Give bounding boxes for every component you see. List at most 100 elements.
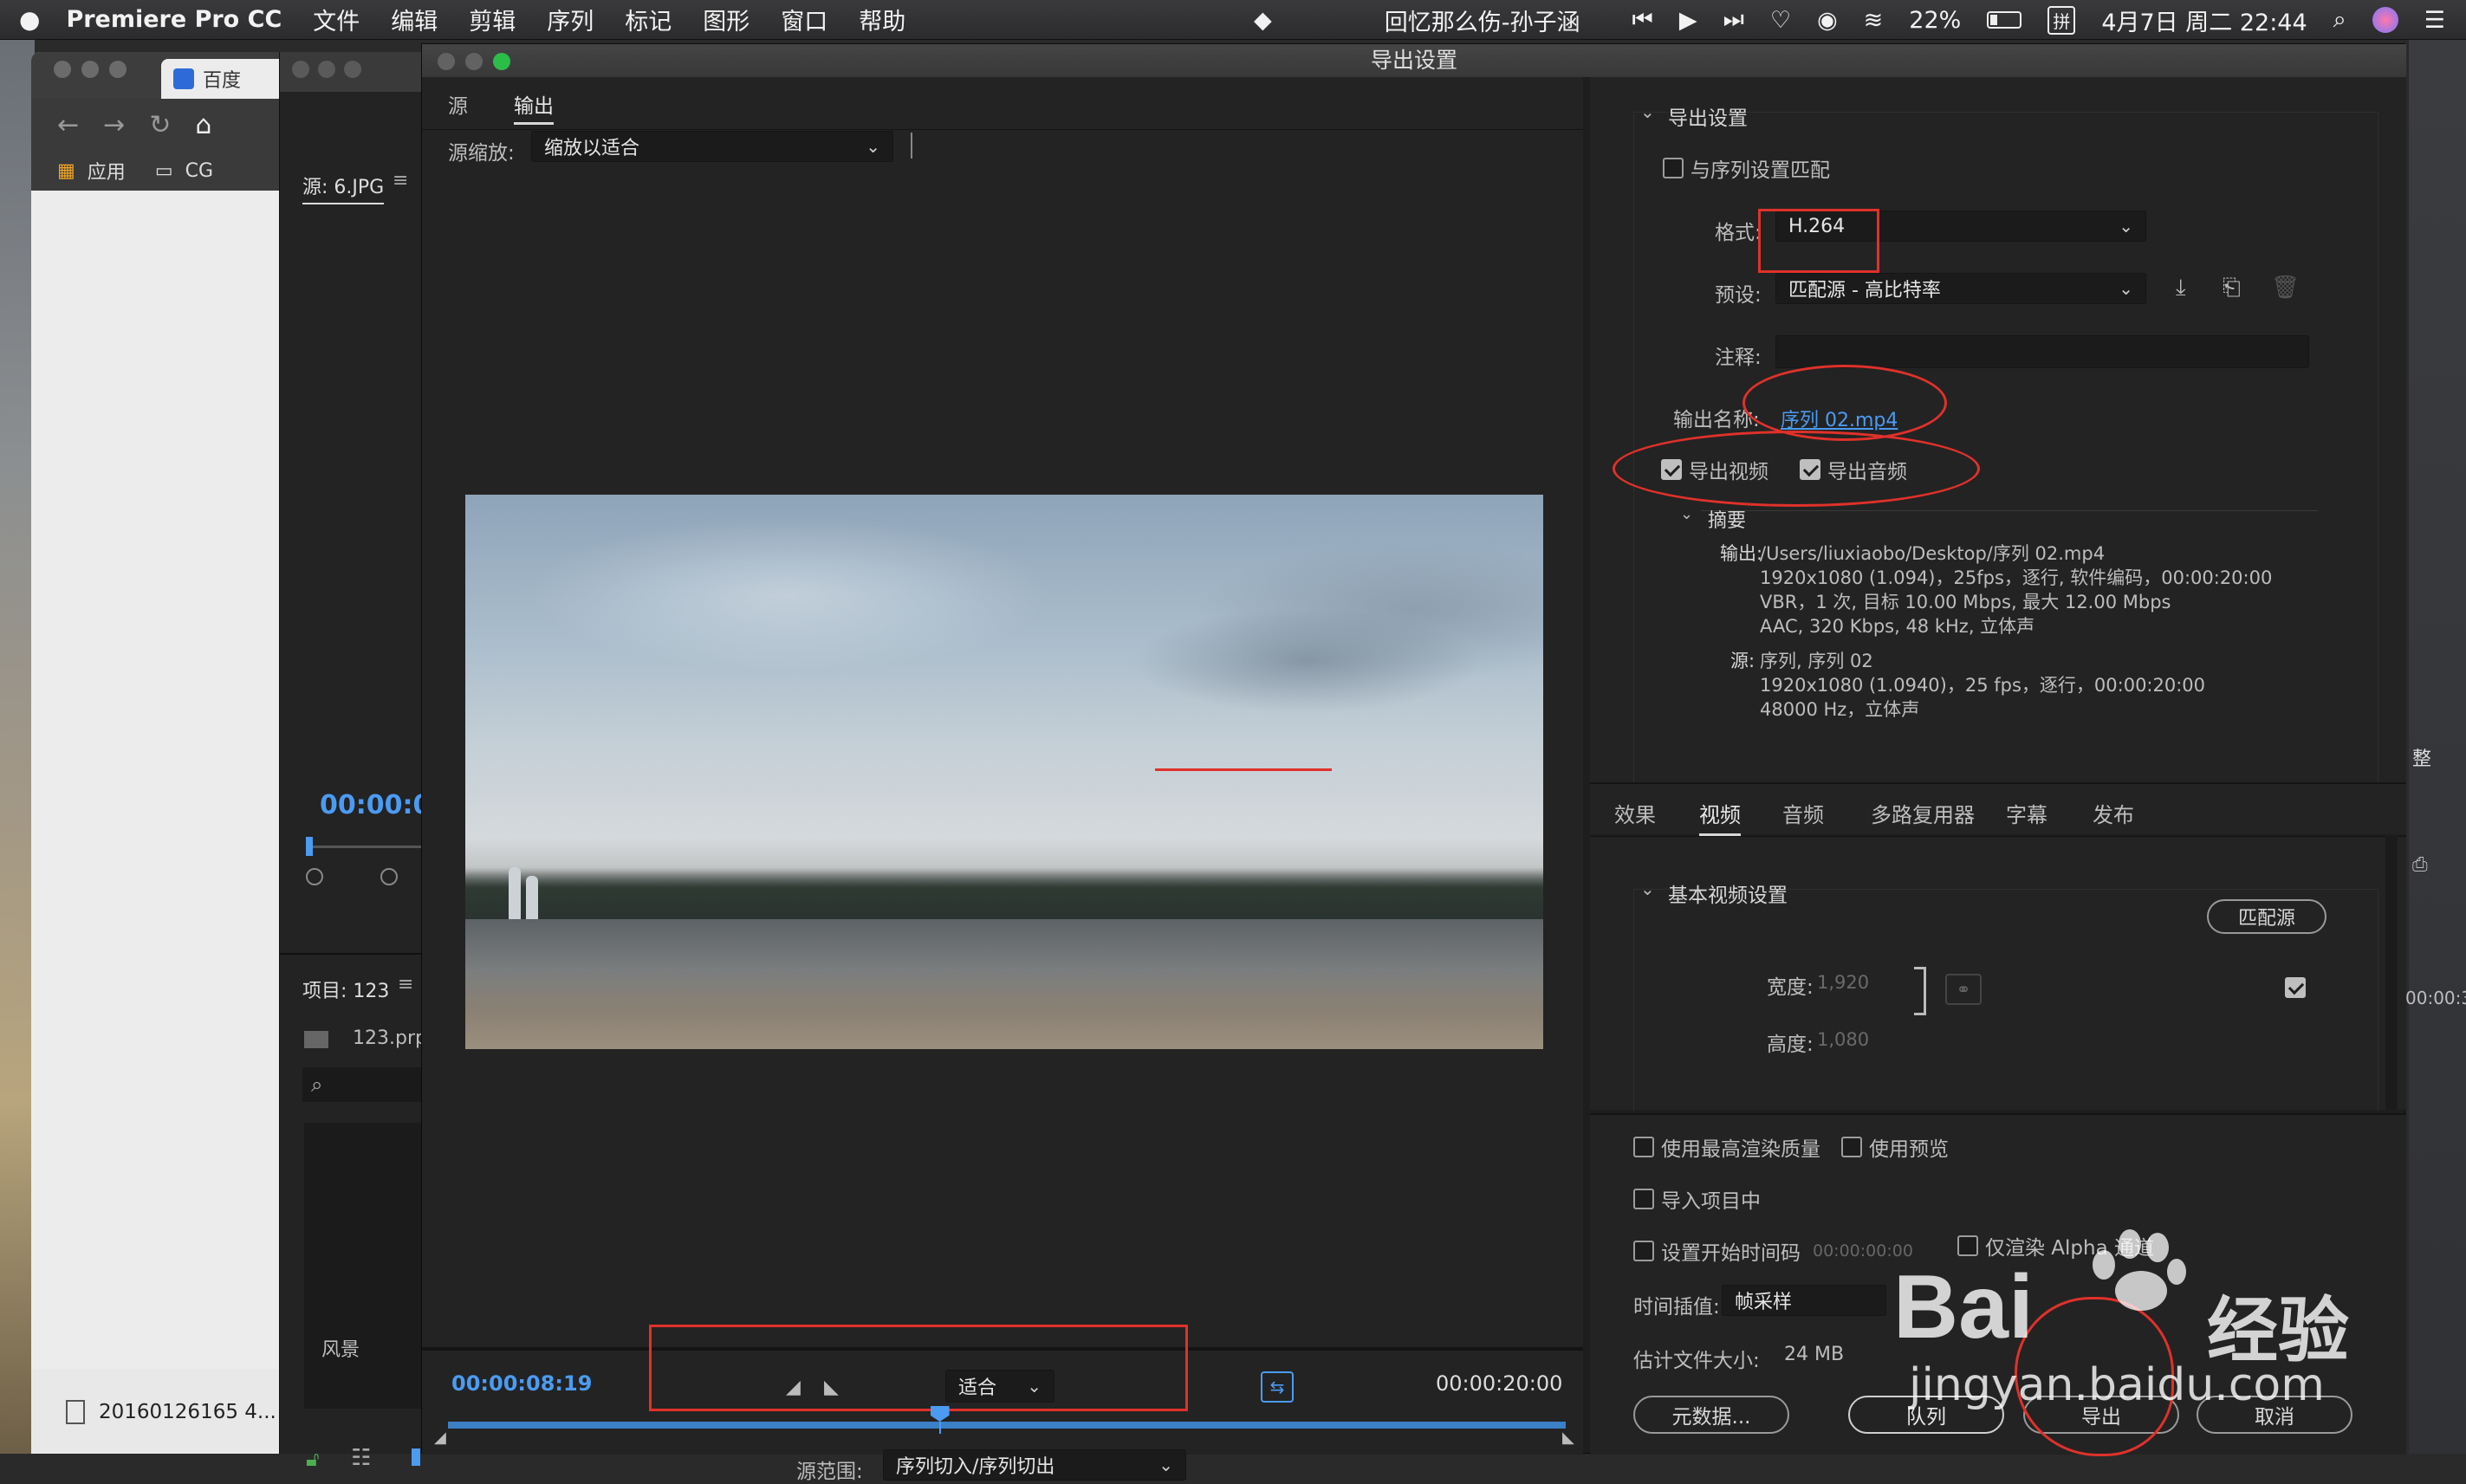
match-source-button[interactable]: 匹配源 xyxy=(2207,899,2326,934)
time-interpolation-select[interactable]: 帧采样 xyxy=(1722,1285,1886,1316)
max-render-quality-checkbox[interactable] xyxy=(1633,1137,1654,1157)
globe-icon[interactable]: ◉ xyxy=(1817,7,1838,34)
collapse-summary-icon[interactable]: ⌄ xyxy=(1680,505,1693,523)
browser-close-button[interactable] xyxy=(54,61,71,78)
back-icon[interactable]: ← xyxy=(57,110,79,140)
tab-output[interactable]: 输出 xyxy=(514,89,554,125)
collapse-video-icon[interactable]: ⌄ xyxy=(1640,878,1655,899)
source-scaling-select[interactable]: 缩放以适合 ⌄ xyxy=(531,131,893,162)
height-value[interactable]: 1,080 xyxy=(1817,1029,1869,1050)
save-preset-icon[interactable]: ⤓ xyxy=(2176,275,2186,301)
prev-track-icon[interactable]: ⏮ xyxy=(1632,6,1653,34)
menu-markers[interactable]: 标记 xyxy=(625,3,672,36)
home-icon[interactable]: ⌂ xyxy=(195,110,211,140)
ppro-minimize-button[interactable] xyxy=(318,61,335,78)
menu-help[interactable]: 帮助 xyxy=(859,3,905,36)
set-start-timecode-checkbox[interactable] xyxy=(1633,1241,1654,1261)
preset-select[interactable]: 匹配源 - 高比特率 ⌄ xyxy=(1775,273,2146,304)
search-icon[interactable]: ⌕ xyxy=(2333,6,2346,34)
app-menu[interactable]: Premiere Pro CC xyxy=(66,6,282,33)
summary-source-label: 源: xyxy=(1730,651,1755,671)
notification-center-icon[interactable]: ☰ xyxy=(2424,7,2445,34)
playhead[interactable] xyxy=(930,1406,950,1434)
dialog-zoom-button[interactable] xyxy=(493,53,510,70)
file-size-value: 24 MB xyxy=(1784,1344,1845,1365)
input-method-icon[interactable]: 拼 xyxy=(2047,5,2076,35)
tab-audio[interactable]: 音频 xyxy=(1782,798,1824,828)
project-panel-tab[interactable]: 项目: 123 xyxy=(302,975,389,1003)
summary-output-line: 1920x1080 (1.094)，25fps，逐行, 软件编码，00:00:2… xyxy=(1760,567,2273,588)
video-settings-panel: ⌄ 基本视频设置 匹配源 宽度: 1,920 高度: 1,080 ⚭ xyxy=(1590,836,2406,1111)
lock-icon[interactable]: 🔓︎ xyxy=(306,1447,320,1471)
in-handle-icon[interactable]: ◢ xyxy=(434,1429,446,1447)
wifi-icon[interactable]: ≋ xyxy=(1864,7,1884,34)
heart-icon[interactable]: ♡ xyxy=(1770,7,1791,34)
width-value[interactable]: 1,920 xyxy=(1817,972,1869,993)
browser-window: 百度 ← → ↻ ⌂ ▦ 应用 ▭ CG 20160126165 4... xyxy=(31,52,300,1454)
ppro-close-button[interactable] xyxy=(292,61,309,78)
cancel-button[interactable]: 取消 xyxy=(2197,1396,2352,1434)
menu-edit[interactable]: 编辑 xyxy=(391,3,438,36)
use-previews-checkbox[interactable] xyxy=(1841,1137,1862,1157)
queue-button[interactable]: 队列 xyxy=(1848,1396,2004,1434)
format-label: 格式: xyxy=(1715,222,1762,244)
current-timecode[interactable]: 00:00:08:19 xyxy=(451,1371,592,1396)
apple-icon[interactable]: ● xyxy=(19,5,40,34)
import-into-project-checkbox[interactable] xyxy=(1633,1189,1654,1209)
import-preset-icon[interactable]: ⎗ xyxy=(2223,275,2241,301)
project-search-field[interactable]: ⌕ xyxy=(302,1067,427,1102)
browser-zoom-button[interactable] xyxy=(109,61,127,78)
battery-percent[interactable]: 22% xyxy=(1909,7,1961,34)
menu-window[interactable]: 窗口 xyxy=(781,3,827,36)
tab-captions[interactable]: 字幕 xyxy=(2006,798,2047,828)
qq-icon[interactable]: ◆ xyxy=(1254,7,1272,34)
siri-icon[interactable] xyxy=(2372,7,2398,33)
project-panel-menu-icon[interactable]: ≡ xyxy=(398,974,413,995)
match-source-dimension-checkbox[interactable] xyxy=(2285,977,2306,998)
menu-sequence[interactable]: 序列 xyxy=(547,3,594,36)
time-interpolation-label: 时间插值: xyxy=(1633,1296,1720,1319)
right-tool-icon[interactable]: ⎙ xyxy=(2412,854,2428,876)
now-playing[interactable]: 回忆那么伤-孙子涵 xyxy=(1385,3,1580,37)
start-timecode-value[interactable]: 00:00:00:00 xyxy=(1813,1241,1913,1260)
browser-minimize-button[interactable] xyxy=(81,61,99,78)
render-alpha-checkbox[interactable] xyxy=(1957,1235,1978,1256)
panel-menu-icon[interactable]: ≡ xyxy=(393,170,408,191)
bookmark-apps[interactable]: 应用 xyxy=(88,157,126,185)
menu-graphics[interactable]: 图形 xyxy=(703,3,750,36)
summary-output-line: AAC, 320 Kbps, 48 kHz, 立体声 xyxy=(1760,616,2035,637)
dialog-minimize-button[interactable] xyxy=(465,53,483,70)
tab-multiplexer[interactable]: 多路复用器 xyxy=(1871,798,1975,828)
download-file-name[interactable]: 20160126165 4... xyxy=(99,1401,276,1423)
collapse-export-icon[interactable]: ⌄ xyxy=(1640,101,1655,122)
delete-preset-icon[interactable]: 🗑︎ xyxy=(2271,275,2300,301)
play-icon[interactable]: ▶ xyxy=(1679,7,1697,34)
premiere-main-window: 源: 6.JPG ≡ 00:00:00 项目: 123 ≡ 123.prpr ⌕… xyxy=(279,52,449,1471)
reload-icon[interactable]: ↻ xyxy=(149,110,171,140)
bin-label[interactable]: 风景 xyxy=(321,1334,360,1362)
tab-effects[interactable]: 效果 xyxy=(1614,798,1656,828)
source-range-bar[interactable] xyxy=(448,1422,1566,1429)
ppro-zoom-button[interactable] xyxy=(344,61,361,78)
list-view-icon[interactable]: ☷ xyxy=(351,1445,371,1471)
aspect-correction-icon[interactable]: ⇆ xyxy=(1261,1371,1294,1403)
datetime[interactable]: 4月7日 周二 22:44 xyxy=(2101,3,2307,37)
metadata-button[interactable]: 元数据... xyxy=(1633,1396,1789,1434)
match-sequence-checkbox[interactable] xyxy=(1663,158,1684,178)
bookmark-cg[interactable]: CG xyxy=(185,160,213,182)
link-icon[interactable]: ⚭ xyxy=(1945,974,1982,1005)
comment-field[interactable] xyxy=(1775,335,2309,368)
source-range-select[interactable]: 序列切入/序列切出 ⌄ xyxy=(883,1449,1186,1481)
source-panel-tab[interactable]: 源: 6.JPG xyxy=(302,172,385,204)
settings-scrollbar[interactable] xyxy=(2385,836,2398,1110)
dialog-close-button[interactable] xyxy=(438,53,455,70)
tab-source[interactable]: 源 xyxy=(448,89,468,119)
out-handle-icon[interactable]: ◣ xyxy=(1562,1429,1574,1447)
tab-video[interactable]: 视频 xyxy=(1699,798,1741,836)
end-timecode: 00:00:20:00 xyxy=(1436,1371,1563,1396)
next-track-icon[interactable]: ⏭ xyxy=(1723,6,1744,34)
forward-icon[interactable]: → xyxy=(103,110,125,140)
tab-publish[interactable]: 发布 xyxy=(2093,798,2134,828)
menu-file[interactable]: 文件 xyxy=(313,3,360,36)
menu-clip[interactable]: 剪辑 xyxy=(469,3,516,36)
